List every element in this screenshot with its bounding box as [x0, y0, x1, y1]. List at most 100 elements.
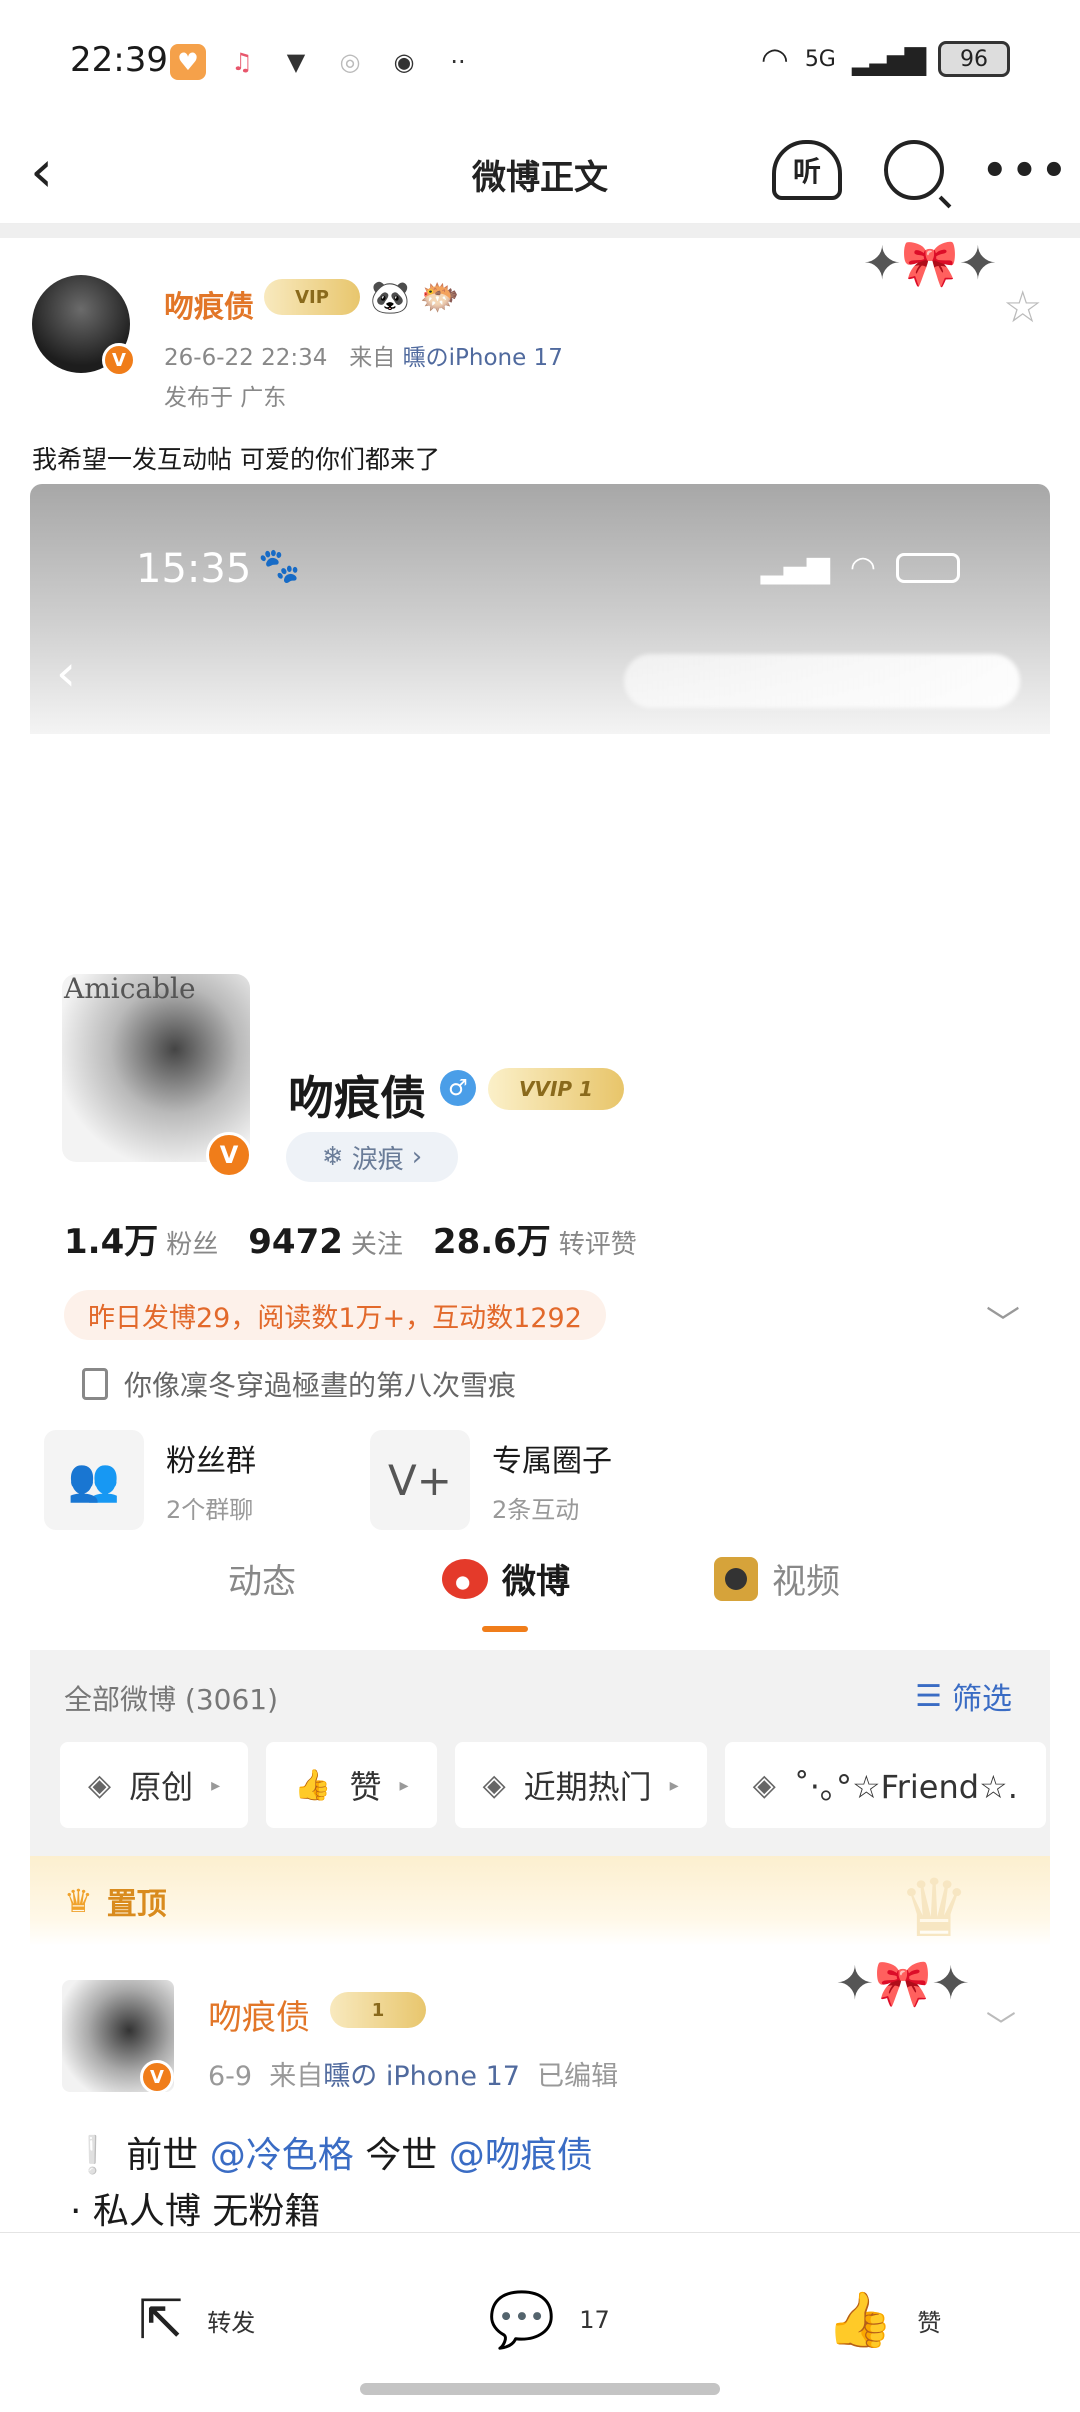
post-author-avatar[interactable]: V: [32, 275, 136, 377]
listen-icon[interactable]: 听: [772, 140, 842, 200]
comment-button[interactable]: 💬 17: [488, 2293, 610, 2347]
profile-vip-badge: VVIP 1: [488, 1068, 624, 1110]
bio-text: 你像凜冬穿過極晝的第八次雪痕: [124, 1369, 517, 1402]
like-button[interactable]: 👍 赞: [826, 2293, 941, 2347]
wechat-icon: ◉: [393, 48, 415, 76]
share-icon: ⇱: [138, 2288, 184, 2351]
paw-icon: 🐾: [258, 546, 301, 586]
signal-icon: ▂▃▅▇: [851, 42, 926, 76]
document-icon: [82, 1368, 108, 1400]
circle-icon: V+: [370, 1430, 470, 1530]
fan-group-subtitle: 2个群聊: [166, 1495, 254, 1524]
profile-bio: 你像凜冬穿過極晝的第八次雪痕: [82, 1364, 516, 1404]
repost-button[interactable]: ⇱ 转发: [138, 2293, 255, 2347]
stat-fans: 1.4万 粉丝: [64, 1222, 219, 1262]
all-posts-count: 全部微博 (3061): [64, 1683, 279, 1716]
thumb-up-icon: 👍: [826, 2288, 894, 2351]
chip-friend: ◈ ˚‧｡°☆Friend☆.: [724, 1742, 1046, 1828]
pinned-header: ♛ 置顶 ♛: [30, 1856, 1050, 1955]
video-icon: [714, 1556, 758, 1601]
status-bar: 22:39 ♥ ♫ ▼ ◎ ◉ ·· ◠ 5G ▂▃▅▇ 96: [0, 0, 1080, 120]
profile-name: 吻痕债: [288, 1071, 426, 1125]
heart-app-icon: ♥: [170, 44, 206, 80]
post-meta: 26-6-22 22:34 来自 曛のiPhone 17: [164, 338, 563, 372]
card-chevron-down-icon: ﹀: [986, 2010, 1016, 2045]
embedded-header: 15:35 🐾 ▂▄▆ ◠ ‹: [30, 484, 1050, 734]
network-label: 5G: [804, 46, 836, 72]
author-badges: VIP 🐼 🐡: [264, 278, 460, 316]
music-app-icon: ♫: [231, 48, 253, 76]
status-time: 22:39: [70, 40, 168, 80]
crown-icon: ♛: [64, 1882, 93, 1920]
embedded-status-time: 15:35: [136, 546, 252, 592]
layers-icon: ◈: [752, 1767, 776, 1803]
embedded-signal-icon: ▂▄▆: [760, 550, 830, 585]
tab-weibo: 微博: [442, 1554, 570, 1603]
home-indicator[interactable]: [360, 2383, 720, 2395]
filter-icon: ☰: [915, 1678, 942, 1714]
pinned-post-card: V 吻痕债 1 6-9 来自曛の iPhone 17 已编辑 ✦🎀✦ ﹀ ❕ 前…: [30, 1946, 1050, 2256]
favorite-star-icon[interactable]: ☆: [1003, 282, 1042, 333]
more-icon[interactable]: •••: [982, 148, 1071, 194]
comment-count: 17: [579, 2306, 610, 2334]
filter-chips: ◈ 原创 ▸ 👍 赞 ▸ ◈ 近期热门 ▸ ◈ ˚‧｡°☆Friend☆.: [60, 1742, 1050, 1828]
chip-trending: ◈ 近期热门 ▸: [454, 1742, 707, 1828]
fan-group-title: 粉丝群: [166, 1443, 256, 1479]
circle-subtitle: 2条互动: [492, 1495, 580, 1524]
profile-verified-icon: V: [206, 1132, 252, 1178]
thumb-up-icon: 👍: [294, 1767, 332, 1803]
card-bow-decoration-icon: ✦🎀✦: [835, 1956, 970, 2010]
battery-icon: 96: [938, 41, 1010, 77]
feed-area: 全部微博 (3061) ☰ 筛选 ◈ 原创 ▸ 👍 赞 ▸ ◈ 近期热门 ▸ ◈ ˚‧｡°☆F…: [30, 1650, 1050, 2256]
status-right: ◠ 5G ▂▃▅▇ 96: [761, 40, 1010, 78]
activity-notice: 昨日发博29，阅读数1万+，互动数1292: [64, 1290, 606, 1340]
post-author-name[interactable]: 吻痕债: [164, 282, 254, 326]
panda-icon: 🐼: [370, 278, 410, 316]
embedded-battery-icon: [896, 552, 960, 583]
top-nav-bar: ‹ 微博正文 听 •••: [0, 120, 1080, 224]
layers-icon: ◈: [88, 1767, 112, 1803]
chevron-right-icon: ›: [411, 1142, 423, 1172]
vip-badge-icon[interactable]: VIP: [264, 279, 360, 315]
pinned-label: 置顶: [106, 1887, 167, 1922]
crown-decoration-icon: ♛: [898, 1862, 970, 1955]
more-notifications-icon: ··: [450, 48, 466, 76]
active-tab-indicator: [482, 1626, 528, 1632]
post-timestamp: 26-6-22 22:34: [164, 345, 328, 371]
circle-entry: V+ 专属圈子 2条互动: [370, 1430, 612, 1530]
snowflake-icon: ❄: [321, 1142, 344, 1172]
stat-interactions: 28.6万 转评赞: [432, 1222, 637, 1262]
card-text-line1: ❕ 前世 @冷色格 今世 @吻痕债: [70, 2135, 593, 2176]
like-label: 赞: [917, 2308, 942, 2337]
card-text-line2: · 私人博 无粉籍: [70, 2191, 321, 2232]
status-app-icons: ♥ ♫ ▼ ◎ ◉ ··: [170, 44, 476, 80]
bottom-action-bar: ⇱ 转发 💬 17 👍 赞: [0, 2232, 1080, 2412]
exclamation-icon: ❕: [70, 2135, 115, 2176]
repost-label: 转发: [207, 2308, 256, 2337]
comment-icon: 💬: [488, 2288, 556, 2351]
male-gender-icon: ♂: [440, 1070, 476, 1106]
avatar-text: Amicable: [64, 972, 196, 1005]
paint-app-icon: ▼: [286, 48, 306, 76]
verified-badge-icon: V: [102, 343, 136, 377]
profile-tabs: 动态 微博 视频: [30, 1554, 1050, 1632]
chip-original: ◈ 原创 ▸: [60, 1742, 249, 1828]
group-icon: 👥: [44, 1430, 144, 1530]
embedded-screenshot[interactable]: 15:35 🐾 ▂▄▆ ◠ ‹ Amicable V 吻痕债 ♂ VVIP 1 …: [30, 484, 1050, 2256]
blurred-region: [624, 654, 1020, 708]
wifi-icon: ◠: [760, 40, 789, 78]
post-text: 我希望一发互动帖 可爱的你们都来了: [32, 445, 440, 474]
post-source[interactable]: 曛のiPhone 17: [403, 345, 563, 371]
filter-button: ☰ 筛选: [915, 1678, 1012, 1718]
card-author-name: 吻痕债: [208, 1998, 310, 2038]
battery-level: 96: [960, 46, 988, 72]
card-verified-icon: V: [140, 2060, 174, 2094]
profile-stats: 1.4万 粉丝 9472 关注 28.6万 转评赞: [64, 1214, 637, 1263]
chip-likes: 👍 赞 ▸: [266, 1742, 437, 1828]
profile-tag: ❄ 淚痕 ›: [286, 1132, 458, 1182]
tab-video: 视频: [714, 1554, 840, 1603]
fish-icon: 🐡: [419, 278, 460, 316]
search-icon[interactable]: [884, 140, 944, 200]
card-vip-badge: 1: [330, 1992, 426, 2028]
tab-dynamics: 动态: [228, 1562, 296, 1602]
